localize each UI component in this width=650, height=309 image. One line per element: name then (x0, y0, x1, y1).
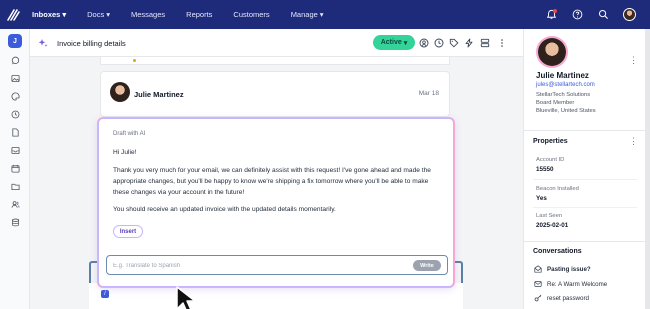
draft-body: Thank you very much for your email, we c… (113, 167, 431, 196)
nav-inboxes[interactable]: Inboxes ▾ (32, 10, 66, 19)
search-icon[interactable] (597, 9, 609, 21)
lightning-icon[interactable] (463, 37, 474, 48)
ai-sparkle-icon (38, 38, 48, 48)
nav-docs[interactable]: Docs ▾ (87, 10, 110, 19)
notifications-icon[interactable] (545, 8, 557, 21)
customer-company: StellarTech Solutions (536, 92, 591, 98)
workspace-avatar[interactable]: J (8, 34, 22, 48)
conversation-thread: Julie Martinez Mar 18 / Draft with AI Hi… (30, 57, 523, 309)
message-indicator-dot (133, 59, 136, 62)
conversations-title: Conversations (533, 248, 582, 255)
chevron-down-icon: ▾ (62, 10, 67, 19)
nav-reports-label: Reports (186, 10, 213, 19)
more-icon[interactable]: ⋮ (629, 136, 638, 147)
nav-customers-label: Customers (233, 10, 270, 19)
properties-section (524, 130, 646, 131)
property-value: Yes (536, 195, 547, 202)
nav-messages-label: Messages (130, 10, 166, 19)
layout-icon[interactable] (479, 37, 490, 48)
conversation-item[interactable]: Re: A Warm Welcome (534, 280, 607, 288)
users-icon[interactable] (10, 199, 20, 209)
conversation-header: Invoice billing details Active ▾ (30, 29, 523, 57)
property-value: 2025-02-01 (536, 222, 569, 229)
user-avatar[interactable] (623, 8, 636, 21)
palette-icon[interactable] (10, 91, 20, 101)
properties-title: Properties (533, 138, 568, 145)
logo-icon (7, 8, 20, 21)
conversation-subject: Re: A Warm Welcome (547, 280, 608, 288)
nav-customers[interactable]: Customers (233, 10, 269, 19)
nav-manage-label: Manage (290, 10, 318, 19)
mouse-cursor-icon (176, 286, 196, 309)
ai-prompt-box: Write (106, 255, 448, 275)
message-date: Mar 18 (418, 90, 439, 97)
message-card[interactable]: Julie Martinez Mar 18 (100, 71, 450, 117)
calendar-icon[interactable] (10, 163, 20, 173)
chevron-down-icon: ▾ (403, 39, 408, 47)
more-icon[interactable] (496, 37, 507, 48)
key-icon (534, 294, 542, 302)
conversation-title: Invoice billing details (57, 39, 126, 48)
scrollbar[interactable] (645, 29, 650, 309)
nav-messages[interactable]: Messages (131, 10, 165, 19)
help-icon[interactable] (571, 9, 583, 21)
property-value: 15550 (536, 166, 554, 173)
chevron-down-icon: ▾ (106, 10, 110, 19)
format-tool-icon[interactable]: / (101, 290, 109, 298)
customer-email[interactable]: jules@stellartech.com (536, 82, 595, 88)
nav-reports[interactable]: Reports (186, 10, 212, 19)
inbox-icon[interactable] (10, 145, 20, 155)
notification-badge (553, 8, 557, 13)
customer-role: Board Member (536, 100, 575, 106)
assign-icon[interactable] (418, 37, 429, 48)
ai-draft-panel: Draft with AI Hi Julie! Thank you very m… (98, 118, 454, 287)
conversations-section (524, 241, 646, 242)
status-label: Active (380, 39, 402, 46)
more-icon[interactable]: ⋮ (629, 55, 638, 66)
chat-icon[interactable] (10, 55, 20, 65)
conversation-item[interactable]: reset password (534, 294, 589, 302)
folder-icon[interactable] (10, 181, 20, 191)
left-sidebar: J (0, 29, 30, 309)
property-label: Last Seen (536, 213, 563, 219)
draft-closing: You should receive an updated invoice wi… (113, 206, 336, 213)
write-button[interactable]: Write (413, 260, 441, 271)
nav-manage[interactable]: Manage ▾ (291, 10, 324, 19)
divider (533, 207, 637, 208)
property-label: Account ID (536, 157, 565, 163)
conversation-subject: reset password (547, 294, 589, 302)
chevron-down-icon: ▾ (319, 10, 324, 19)
customer-avatar (538, 38, 566, 66)
sender-name: Julie Martinez (134, 90, 184, 99)
app-logo[interactable] (0, 0, 26, 29)
divider (533, 179, 637, 180)
customer-location: Blueville, United States (536, 108, 596, 114)
property-label: Beacon Installed (536, 186, 579, 192)
clock-icon[interactable] (433, 37, 444, 48)
ai-prompt-input[interactable] (113, 260, 403, 271)
database-icon[interactable] (10, 217, 20, 227)
image-icon[interactable] (10, 73, 20, 83)
draft-greeting: Hi Julie! (113, 149, 137, 156)
tag-icon[interactable] (448, 37, 459, 48)
mail-icon (534, 280, 542, 288)
customer-sidebar: ⋮ Julie Martinez jules@stellartech.com S… (523, 29, 646, 309)
document-icon[interactable] (10, 127, 20, 137)
draft-label: Draft with AI (113, 131, 146, 137)
conversation-item[interactable]: Pasting issue? (534, 265, 591, 273)
sender-avatar (110, 82, 130, 102)
clock-icon[interactable] (10, 109, 20, 119)
status-dropdown[interactable]: Active ▾ (373, 35, 415, 50)
nav-inboxes-label: Inboxes (32, 10, 61, 19)
nav-docs-label: Docs (87, 10, 105, 19)
top-navigation: Inboxes ▾ Docs ▾ Messages Reports Custom… (0, 0, 650, 29)
customer-name: Julie Martinez (536, 71, 589, 80)
mail-open-icon (534, 265, 542, 273)
insert-button[interactable]: Insert (113, 225, 143, 238)
previous-message-card (100, 57, 450, 65)
conversation-subject: Pasting issue? (547, 265, 591, 273)
